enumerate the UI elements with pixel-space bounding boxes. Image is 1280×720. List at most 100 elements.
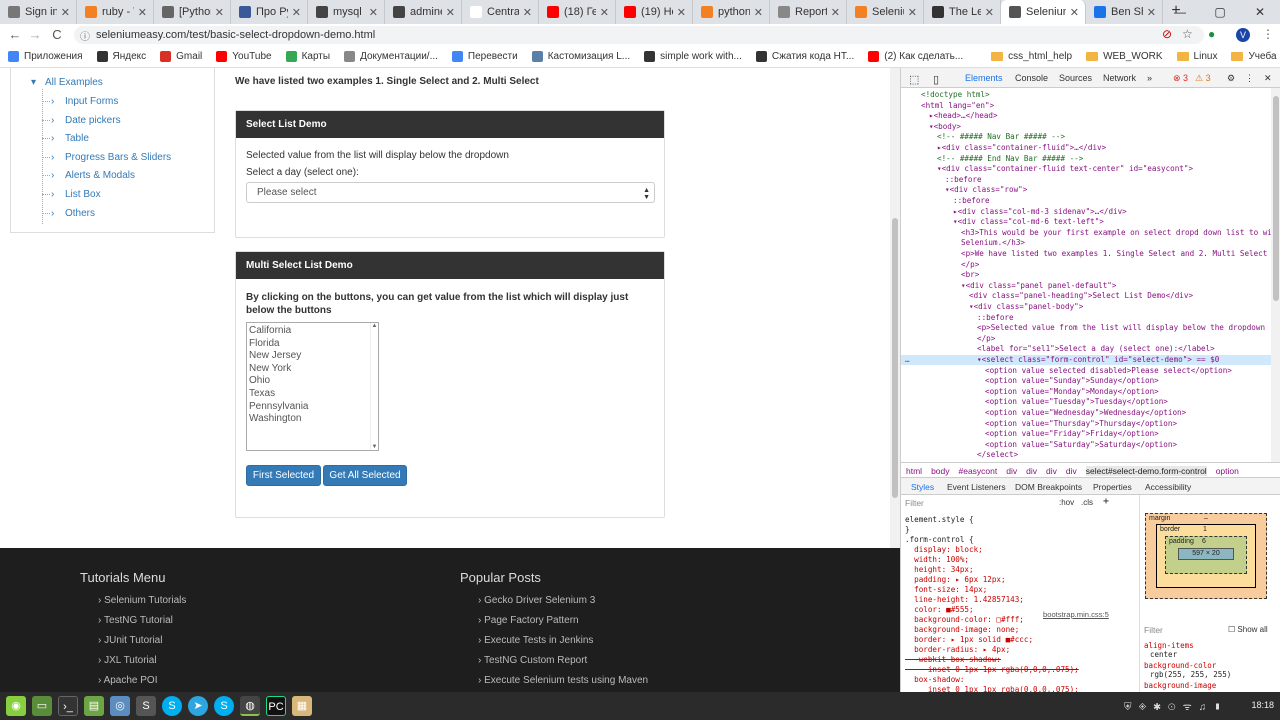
styles-filter-input[interactable]: Filter	[905, 498, 1045, 510]
css-rule-line[interactable]: border-radius: ▸ 4px;	[905, 645, 1010, 654]
close-icon[interactable]: ✕	[677, 6, 686, 19]
dom-node-line[interactable]: ▾<body>	[929, 122, 961, 132]
extension-icon[interactable]: ●	[1208, 27, 1215, 41]
sidebar-item[interactable]: › Alerts & Modals	[51, 170, 135, 181]
select-day-dropdown[interactable]: Please select ▲ ▼	[246, 182, 655, 203]
dom-node-line[interactable]: </select>	[977, 450, 1018, 460]
css-rule-line[interactable]: width: 100%;	[905, 555, 969, 564]
listbox-option[interactable]: New York	[249, 363, 376, 376]
browser-tab[interactable]: Selenium ✕	[1001, 0, 1086, 24]
bookmark-item[interactable]: Сжатия кода HT...	[755, 51, 854, 62]
browser-tab[interactable]: python 3 ✕	[693, 0, 770, 24]
close-icon[interactable]: ✕	[369, 6, 378, 19]
bookmark-item[interactable]: Gmail	[160, 51, 202, 62]
css-rule-line[interactable]: }	[905, 525, 910, 534]
sublime-icon[interactable]: S	[136, 696, 156, 716]
dom-node-line[interactable]: <!-- ##### End Nav Bar ##### -->	[937, 154, 1083, 164]
breadcrumb-item[interactable]: select#select-demo.form-control	[1085, 466, 1207, 476]
bookmark-item[interactable]: Документации/...	[344, 51, 438, 62]
browser-tab[interactable]: mysql - D ✕	[308, 0, 385, 24]
devtools-tab[interactable]: Sources	[1059, 73, 1092, 83]
browser-tab[interactable]: Ben Shel ✕	[1086, 0, 1163, 24]
browser-tab[interactable]: The Leac ✕	[924, 0, 1001, 24]
close-icon[interactable]: ✕	[138, 6, 147, 19]
dom-node-line[interactable]: ▾<div class="container-fluid text-center…	[937, 164, 1193, 174]
close-icon[interactable]: ✕	[523, 6, 532, 19]
close-icon[interactable]: ✕	[985, 6, 994, 19]
close-icon[interactable]: ✕	[292, 6, 301, 19]
devtools-tab[interactable]: Console	[1015, 73, 1048, 83]
warning-count-badge[interactable]: ⚠ 3	[1195, 73, 1211, 84]
css-rule-line[interactable]: height: 34px;	[905, 565, 973, 574]
reload-button[interactable]: C	[46, 27, 68, 42]
sidebar-item[interactable]: › Others	[51, 208, 95, 219]
show-desktop-icon[interactable]: ▭	[32, 696, 52, 716]
dom-node-line[interactable]: <option value selected disabled>Please s…	[985, 366, 1232, 376]
page-scrollbar-thumb[interactable]	[892, 218, 898, 498]
css-rule-line[interactable]: -webkit-box-shadow:	[905, 655, 1001, 664]
dom-node-line[interactable]: <option value="Tuesday">Tuesday</option>	[985, 397, 1168, 407]
blocked-icon[interactable]: ⊘	[1162, 27, 1172, 41]
breadcrumb-item[interactable]: html	[906, 466, 922, 476]
css-rule-line[interactable]: element.style {	[905, 515, 974, 524]
footer-post-link[interactable]: › Execute Tests in Jenkins	[478, 635, 593, 646]
css-rule-line[interactable]: background-color: □#fff;	[905, 615, 1024, 624]
styles-tab[interactable]: Styles	[911, 482, 934, 492]
dom-node-line[interactable]: <label for="sel1">Select a day (select o…	[977, 344, 1215, 354]
chrome-icon[interactable]: ◍	[240, 696, 260, 716]
close-icon[interactable]: ✕	[754, 6, 763, 19]
computed-prop[interactable]: background-image	[1144, 681, 1276, 690]
dom-scrollbar[interactable]	[1271, 88, 1280, 462]
listbox-option[interactable]: Texas	[249, 388, 376, 401]
window-close-button[interactable]: ✕	[1240, 0, 1280, 24]
dom-node-line[interactable]: <!-- ##### Nav Bar ##### -->	[937, 132, 1065, 142]
css-rule-line[interactable]: padding: ▸ 6px 12px;	[905, 575, 1005, 584]
show-all-checkbox[interactable]: ☐ Show all	[1228, 625, 1268, 634]
close-icon[interactable]: ✕	[600, 6, 609, 19]
terminal-icon[interactable]: ›_	[58, 696, 78, 716]
devtools-menu-icon[interactable]: ⋮	[1245, 73, 1254, 84]
dom-node-line[interactable]: ▾<select class="form-control" id="select…	[901, 355, 1271, 365]
css-rule-line[interactable]: font-size: 14px;	[905, 585, 987, 594]
sidebar-item[interactable]: › Progress Bars & Sliders	[51, 152, 171, 163]
browser-tab[interactable]: Sign in [J ✕	[0, 0, 77, 24]
dom-node-line[interactable]: ::before	[945, 175, 982, 185]
devtools-tab[interactable]: Network	[1103, 73, 1136, 83]
browser-tab[interactable]: (19) How ✕	[616, 0, 693, 24]
clock[interactable]: 18:18	[1251, 700, 1274, 710]
sidebar-item[interactable]: › Date pickers	[51, 115, 121, 126]
close-icon[interactable]: ✕	[1147, 6, 1156, 19]
footer-menu-link[interactable]: › Selenium Tutorials	[98, 595, 186, 606]
dom-node-line[interactable]: <html lang="en">	[921, 101, 994, 111]
css-rule-line[interactable]: display: block;	[905, 545, 983, 554]
system-tray-icons[interactable]: ⛨◈✱⊙ᯤ♫▮	[1124, 699, 1228, 713]
footer-post-link[interactable]: › Page Factory Pattern	[478, 615, 579, 626]
device-toolbar-icon[interactable]: ▯	[933, 73, 939, 86]
info-icon[interactable]: ⓘ	[80, 28, 90, 43]
sidebar-item[interactable]: › Input Forms	[51, 96, 118, 107]
css-rule-line[interactable]: box-shadow:	[905, 675, 964, 684]
dom-node-line[interactable]: ▾<div class="col-md-6 text-left">	[953, 217, 1104, 227]
browser-tab[interactable]: Про PyT ✕	[231, 0, 308, 24]
error-count-badge[interactable]: ⊗ 3	[1173, 73, 1188, 84]
styles-tab[interactable]: Accessibility	[1145, 482, 1191, 492]
dom-node-line[interactable]: <option value="Friday">Friday</option>	[985, 429, 1159, 439]
cls-toggle[interactable]: .cls	[1081, 498, 1093, 507]
forward-button[interactable]: →	[24, 27, 46, 42]
dom-node-line[interactable]: ▾<div class="panel-body">	[969, 302, 1083, 312]
css-rule-line[interactable]: inset 0 1px 1px rgba(0,0,0,.075);	[905, 685, 1079, 692]
listbox-option[interactable]: New Jersey	[249, 350, 376, 363]
browser-tab[interactable]: (18) Генс ✕	[539, 0, 616, 24]
sidebar-item[interactable]: › Table	[51, 133, 89, 144]
bookmark-item[interactable]: css_html_help	[991, 51, 1072, 62]
dom-node-line[interactable]: ▾<div class="panel panel-default">	[961, 281, 1116, 291]
dom-node-line[interactable]: <p>We have listed two examples 1. Single…	[961, 249, 1267, 259]
css-rule-line[interactable]: border: ▸ 1px solid ■#ccc;	[905, 635, 1033, 644]
bookmark-item[interactable]: Карты	[285, 51, 330, 62]
close-icon[interactable]: ✕	[61, 6, 70, 19]
browser-tab[interactable]: [Python] ✕	[154, 0, 231, 24]
breadcrumb-item[interactable]: div	[1026, 466, 1037, 476]
breadcrumb-item[interactable]: option	[1216, 466, 1239, 476]
dom-node-line[interactable]: ▸<head>…</head>	[929, 111, 998, 121]
bookmark-item[interactable]: Перевести	[451, 51, 518, 62]
